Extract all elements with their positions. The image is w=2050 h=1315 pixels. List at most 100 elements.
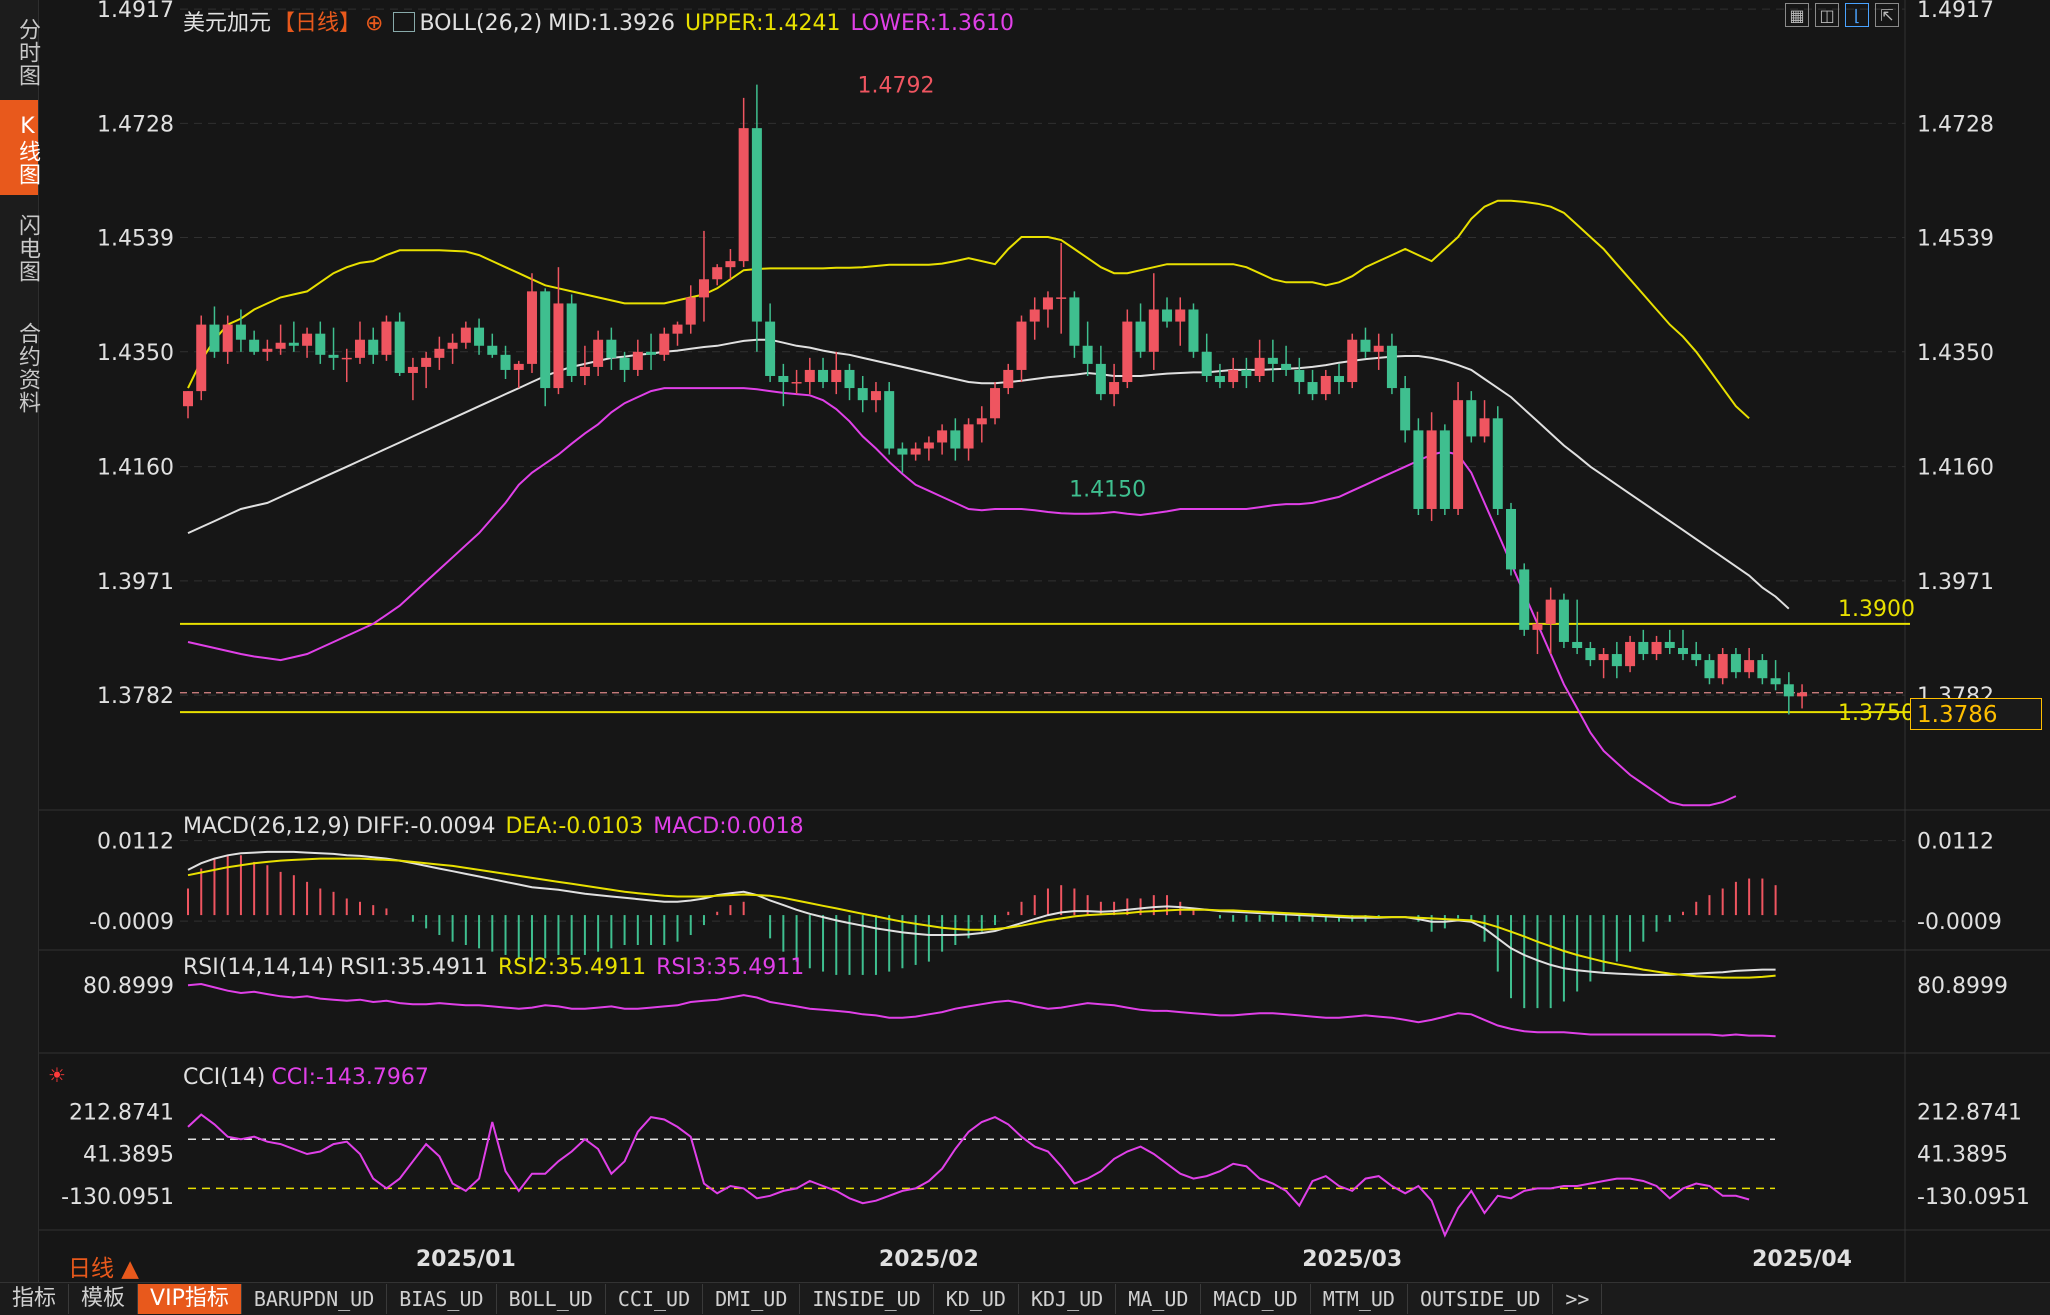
side-tab-kline[interactable]: K线图 [0,100,40,195]
tab-kd[interactable]: KD_UD [934,1284,1019,1314]
side-tab-contract-info[interactable]: 合约资料 [0,303,40,428]
macd-y-tick-left: -0.0009 [89,910,174,935]
candle-body [963,424,974,449]
cci-y-tick-right: -130.0951 [1917,1185,2030,1210]
candle-body [1267,357,1278,364]
symbol-name: 美元加元 [183,11,272,36]
y-tick-label-left: 1.3971 [97,570,174,595]
candle-body [196,324,207,392]
add-icon[interactable]: ⊕ [365,11,383,36]
candle-body [566,303,577,376]
tab-outside[interactable]: OUTSIDE_UD [1408,1284,1554,1314]
y-tick-label-right: 1.4350 [1917,341,1994,366]
macd-diff-value: DIFF:-0.0094 [356,814,496,839]
candle-body [1783,684,1794,697]
candle-body [1069,297,1080,346]
chart-canvas: 1.4917 1.4917 1.4728 1.4728 1.4539 1.4539 1.43… [38,0,2050,1282]
candle-body [315,333,326,355]
x-axis-label: 2025/03 [1302,1247,1402,1272]
candle-body [831,369,842,383]
macd-name: MACD(26,12,9) [183,814,351,839]
candle-body [778,375,789,383]
candle-body [698,279,709,298]
candle-body [844,369,855,389]
candle-body [672,324,683,334]
tab-kdj[interactable]: KDJ_UD [1019,1284,1117,1314]
tab-mtm[interactable]: MTM_UD [1311,1284,1408,1314]
macd-dea-value: DEA:-0.0103 [505,814,644,839]
candle-body [593,339,604,367]
candle-body [1797,692,1808,697]
tab-indicators[interactable]: 指标 [0,1284,70,1314]
tab-ma[interactable]: MA_UD [1116,1284,1202,1314]
candle-body [1307,382,1318,395]
candle-body [897,448,908,455]
rsi-name: RSI(14,14,14) [183,955,334,980]
main-chart-title: 美元加元【日线】 ⊕ BOLL(26,2) MID:1.3926 UPPER:1.424… [183,5,1024,37]
tab-boll[interactable]: BOLL_UD [497,1284,606,1314]
candle-body [632,351,643,370]
candle-body [1677,648,1688,655]
candle-body [751,128,762,322]
candle-body [1611,654,1622,667]
candle-body [1082,345,1093,364]
candle-body [1532,623,1543,630]
y-tick-label-right: 1.4728 [1917,112,1994,137]
candle-body [1320,375,1331,395]
y-tick-label-left: 1.3782 [97,684,174,709]
candle-body [302,333,313,346]
line-icon[interactable]: ⌊ [1845,3,1869,27]
grid-icon[interactable]: ▦ [1785,3,1809,27]
candle-body [1545,599,1556,624]
candle-body [1294,369,1305,383]
candle-body [1334,375,1345,383]
candle-body [1373,345,1384,352]
x-axis-label: 2025/01 [416,1247,516,1272]
candle-body [976,418,987,425]
period-selector[interactable]: 日线 ▲ [68,1249,139,1283]
macd-hist-value: MACD:0.0018 [653,814,804,839]
candle-body [1744,660,1755,673]
tab-more[interactable]: >> [1553,1284,1603,1314]
tab-bias[interactable]: BIAS_UD [387,1284,497,1314]
expand-icon[interactable]: ⇱ [1875,3,1899,27]
candle-body [937,430,948,443]
tab-macd[interactable]: MACD_UD [1201,1284,1311,1314]
tab-dmi[interactable]: DMI_UD [703,1284,801,1314]
candle-body [1016,321,1027,370]
candle-body [1400,388,1411,431]
y-tick-label-left: 1.4917 [97,0,174,23]
period-tag[interactable]: 【日线】 [273,11,361,36]
y-tick-label-left: 1.4728 [97,112,174,137]
tab-barupdn[interactable]: BARUPDN_UD [242,1284,388,1314]
chart-icon[interactable]: ◫ [1815,3,1839,27]
candle-body [460,327,471,343]
candle-body [910,448,921,455]
side-tab-timeline[interactable]: 分时图 [0,0,40,100]
sun-icon[interactable]: ☀ [48,1063,66,1087]
candle-body [606,339,617,358]
y-tick-label-left: 1.4350 [97,341,174,366]
candle-body [1347,339,1358,383]
tab-vip-indicators[interactable]: VIP指标 [138,1284,242,1314]
candle-body [1228,369,1239,383]
candle-body [1281,363,1292,370]
candle-body [950,430,961,449]
candle-body [804,369,815,383]
indicator-icon[interactable] [393,12,416,32]
side-tab-flash[interactable]: 闪电图 [0,197,40,295]
x-axis-label: 2025/02 [879,1247,979,1272]
candle-body [1519,569,1530,630]
tab-templates[interactable]: 模板 [69,1284,139,1314]
candle-body [553,303,564,389]
candle-body [791,382,802,384]
candle-body [685,297,696,325]
candle-body [328,354,339,358]
boll-mid-value: MID:1.3926 [548,11,675,36]
candle-body [1506,508,1516,570]
macd-title: MACD(26,12,9) DIFF:-0.0094 DEA:-0.0103 MACD… [183,814,814,839]
tab-cci[interactable]: CCI_UD [606,1284,704,1314]
candle-body [1439,430,1450,509]
candle-body [646,351,657,355]
tab-inside[interactable]: INSIDE_UD [800,1284,934,1314]
